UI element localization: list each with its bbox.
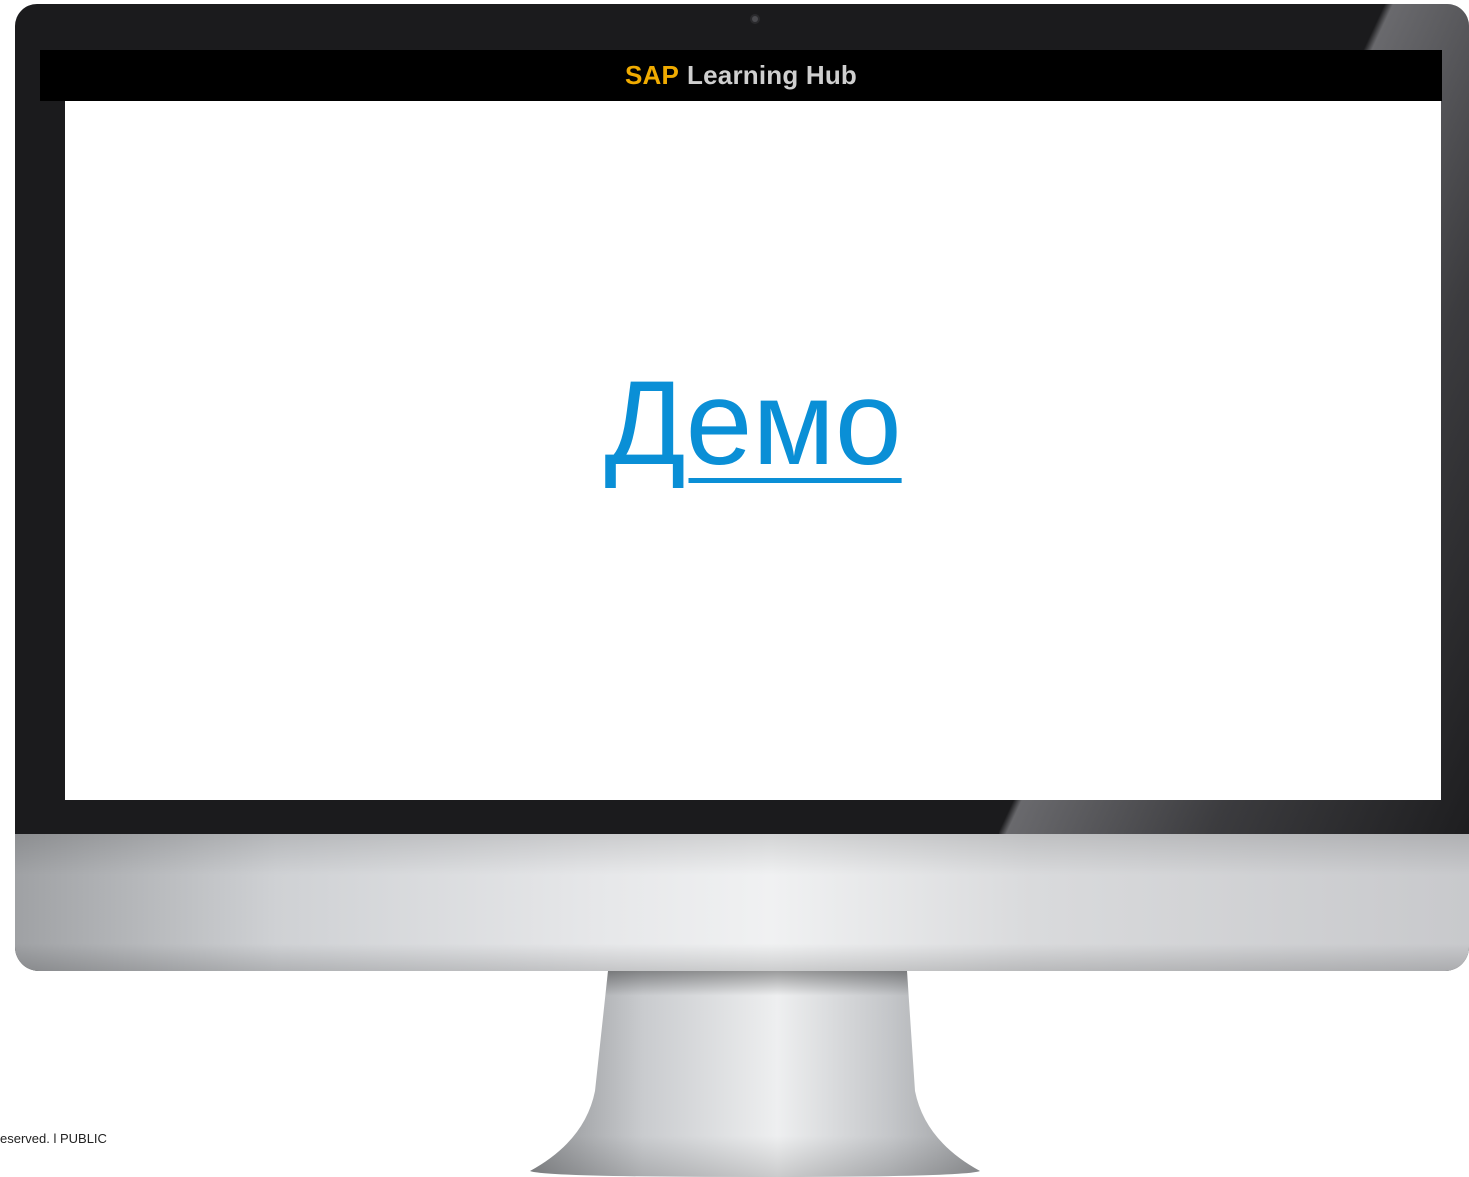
slide-canvas: SAP Learning Hub Демо eserved. l PUBLIC (0, 0, 1469, 1177)
monitor-stand (530, 971, 980, 1177)
brand-name: SAP (624, 60, 680, 90)
product-name: Learning Hub (687, 60, 857, 90)
monitor-chin-shade (15, 834, 1469, 971)
app-title-bar: SAP Learning Hub (40, 50, 1442, 101)
footer-copyright: eserved. l PUBLIC (0, 1131, 107, 1146)
screen-content: Демо (65, 101, 1441, 800)
camera-icon (752, 16, 758, 22)
demo-link[interactable]: Демо (65, 353, 1441, 493)
